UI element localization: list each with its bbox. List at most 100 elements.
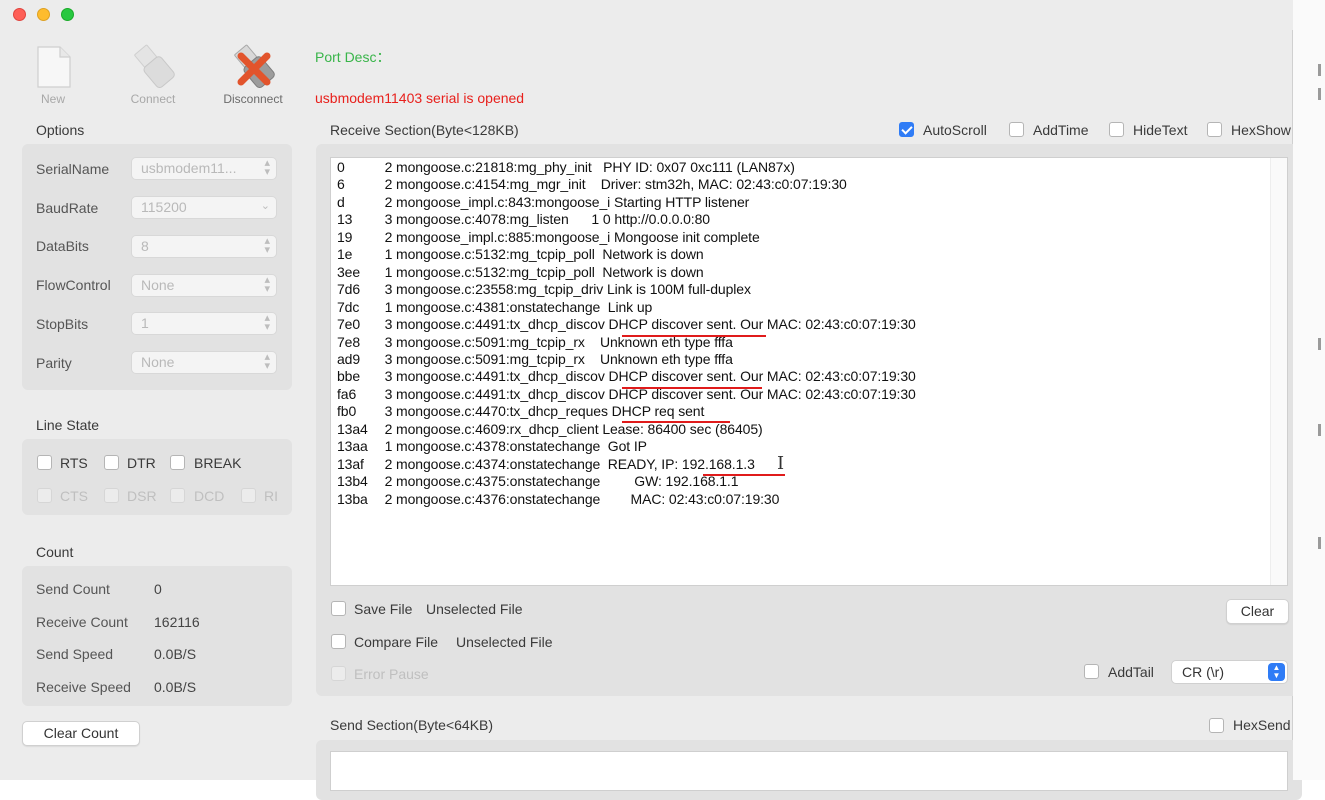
save-file-checkbox[interactable] — [331, 601, 346, 616]
clear-count-button[interactable]: Clear Count — [22, 721, 140, 746]
receive-section-title: Receive Section(Byte<128KB) — [330, 122, 519, 138]
hexshow-checkbox[interactable] — [1207, 122, 1222, 137]
updown-icon: ▴ ▾ — [264, 274, 270, 295]
addtail-label: AddTail — [1108, 664, 1154, 680]
minimize-window-button[interactable] — [37, 8, 50, 21]
new-button[interactable]: New — [13, 42, 93, 108]
zoom-window-button[interactable] — [61, 8, 74, 21]
log-line-message: 2 mongoose.c:21818:mg_phy_init PHY ID: 0… — [377, 159, 795, 175]
usb-connect-icon — [134, 44, 175, 89]
annotation-underline — [622, 335, 766, 337]
stopbits-select[interactable]: 1 ▴ ▾ — [131, 312, 277, 335]
tail-select[interactable]: CR (\r) ▲ ▼ — [1171, 660, 1288, 684]
dtr-label: DTR — [127, 455, 156, 471]
autoscroll-label: AutoScroll — [923, 122, 987, 138]
databits-select[interactable]: 8 ▴ ▾ — [131, 235, 277, 258]
text-cursor-icon: I — [777, 453, 785, 474]
connect-button[interactable]: Connect — [113, 42, 193, 108]
serialname-value: usbmodem11... — [141, 160, 237, 176]
log-line-message: 3 mongoose.c:4491:tx_dhcp_discov DHCP di… — [377, 368, 916, 385]
log-line-message: 3 mongoose.c:23558:mg_tcpip_driv Link is… — [377, 281, 751, 298]
hidetext-checkbox[interactable] — [1109, 122, 1124, 137]
log-line-id: 7dc — [337, 298, 360, 315]
log-line-id: 13aa — [337, 438, 368, 455]
new-label: New — [40, 92, 65, 106]
cts-label: CTS — [60, 488, 88, 504]
log-line-id: 0 — [337, 159, 345, 175]
compare-file-checkbox[interactable] — [331, 634, 346, 649]
parity-select[interactable]: None ▴ ▾ — [131, 351, 277, 374]
dsr-label: DSR — [127, 488, 157, 504]
dsr-checkbox — [104, 488, 119, 503]
dtr-checkbox[interactable] — [104, 455, 119, 470]
save-file-label: Save File — [354, 601, 413, 617]
edge-mark — [1318, 424, 1321, 436]
usb-disconnect-icon — [234, 44, 275, 89]
disconnect-button[interactable]: Disconnect — [213, 42, 293, 108]
flowcontrol-label: FlowControl — [36, 277, 111, 293]
edge-mark — [1318, 64, 1321, 76]
save-file-value: Unselected File — [426, 601, 523, 617]
options-title: Options — [36, 122, 85, 138]
send-input[interactable] — [330, 751, 1288, 791]
log-line-message: 1 mongoose.c:4381:onstatechange Link up — [377, 298, 653, 315]
edge-mark — [1318, 537, 1321, 549]
dcd-checkbox — [170, 488, 185, 503]
receive-scrollbar[interactable] — [1270, 158, 1287, 585]
baudrate-label: BaudRate — [36, 200, 99, 216]
addtail-checkbox[interactable] — [1084, 664, 1099, 679]
updown-icon: ▴ ▾ — [264, 235, 270, 256]
log-line-message: 2 mongoose.c:4375:onstatechange GW: 192.… — [377, 473, 739, 490]
addtime-checkbox[interactable] — [1009, 122, 1024, 137]
hexsend-checkbox[interactable] — [1209, 718, 1224, 733]
port-description: Port Desc： — [315, 49, 391, 65]
log-line-message: 3 mongoose.c:4470:tx_dhcp_reques DHCP re… — [377, 403, 705, 420]
new-document-icon — [37, 46, 71, 88]
break-label: BREAK — [194, 455, 242, 471]
log-line-id: 7d6 — [337, 281, 361, 298]
rts-checkbox[interactable] — [37, 455, 52, 470]
log-line-message: 1 mongoose.c:4378:onstatechange Got IP — [377, 438, 647, 455]
receive-log[interactable]: 0 2 mongoose.c:21818:mg_phy_init PHY ID:… — [330, 157, 1288, 586]
title-bar — [0, 0, 1293, 30]
send-count-value: 0 — [154, 581, 162, 597]
ri-label: RI — [264, 488, 277, 504]
break-checkbox[interactable] — [170, 455, 185, 470]
log-line-id: 3ee — [337, 263, 361, 280]
receive-count-label: Receive Count — [36, 614, 128, 630]
log-line-message: 1 mongoose.c:5132:mg_tcpip_poll Network … — [377, 246, 704, 263]
receive-speed-label: Receive Speed — [36, 679, 131, 695]
send-section-title: Send Section(Byte<64KB) — [330, 717, 494, 733]
edge-mark — [1318, 338, 1321, 350]
baudrate-select[interactable]: 115200 ⌄ — [131, 196, 277, 219]
compare-file-label: Compare File — [354, 634, 439, 650]
serialname-select[interactable]: usbmodem11... ▴ ▾ — [131, 157, 277, 180]
log-line-id: 13af — [337, 455, 364, 472]
flowcontrol-select[interactable]: None ▴ ▾ — [131, 274, 277, 297]
log-line-id: 13ba — [337, 490, 368, 507]
close-window-button[interactable] — [13, 8, 26, 21]
hexshow-label: HexShow — [1231, 122, 1291, 138]
disconnect-label: Disconnect — [223, 92, 283, 106]
cts-checkbox — [37, 488, 52, 503]
compare-file-value: Unselected File — [456, 634, 553, 650]
clear-receive-button[interactable]: Clear — [1226, 599, 1289, 624]
log-line-id: 19 — [337, 228, 353, 245]
receive-speed-value: 0.0B/S — [154, 679, 197, 695]
updown-icon: ▴ ▾ — [264, 157, 270, 178]
updown-icon: ▴ ▾ — [264, 351, 270, 372]
error-pause-label: Error Pause — [354, 666, 429, 682]
log-line-message: 2 mongoose.c:4154:mg_mgr_init Driver: st… — [377, 176, 847, 193]
log-line-id: 1e — [337, 246, 353, 263]
flowcontrol-value: None — [141, 277, 175, 293]
send-count-label: Send Count — [36, 581, 110, 597]
edge-mark — [1318, 88, 1321, 100]
log-line-message: 1 mongoose.c:5132:mg_tcpip_poll Network … — [377, 263, 704, 280]
dcd-label: DCD — [194, 488, 225, 504]
log-line-id: fb0 — [337, 403, 357, 420]
autoscroll-checkbox[interactable] — [899, 122, 914, 137]
baudrate-value: 115200 — [141, 199, 187, 215]
log-line-id: ad9 — [337, 350, 361, 367]
annotation-underline — [622, 421, 730, 423]
send-speed-label: Send Speed — [36, 646, 114, 662]
